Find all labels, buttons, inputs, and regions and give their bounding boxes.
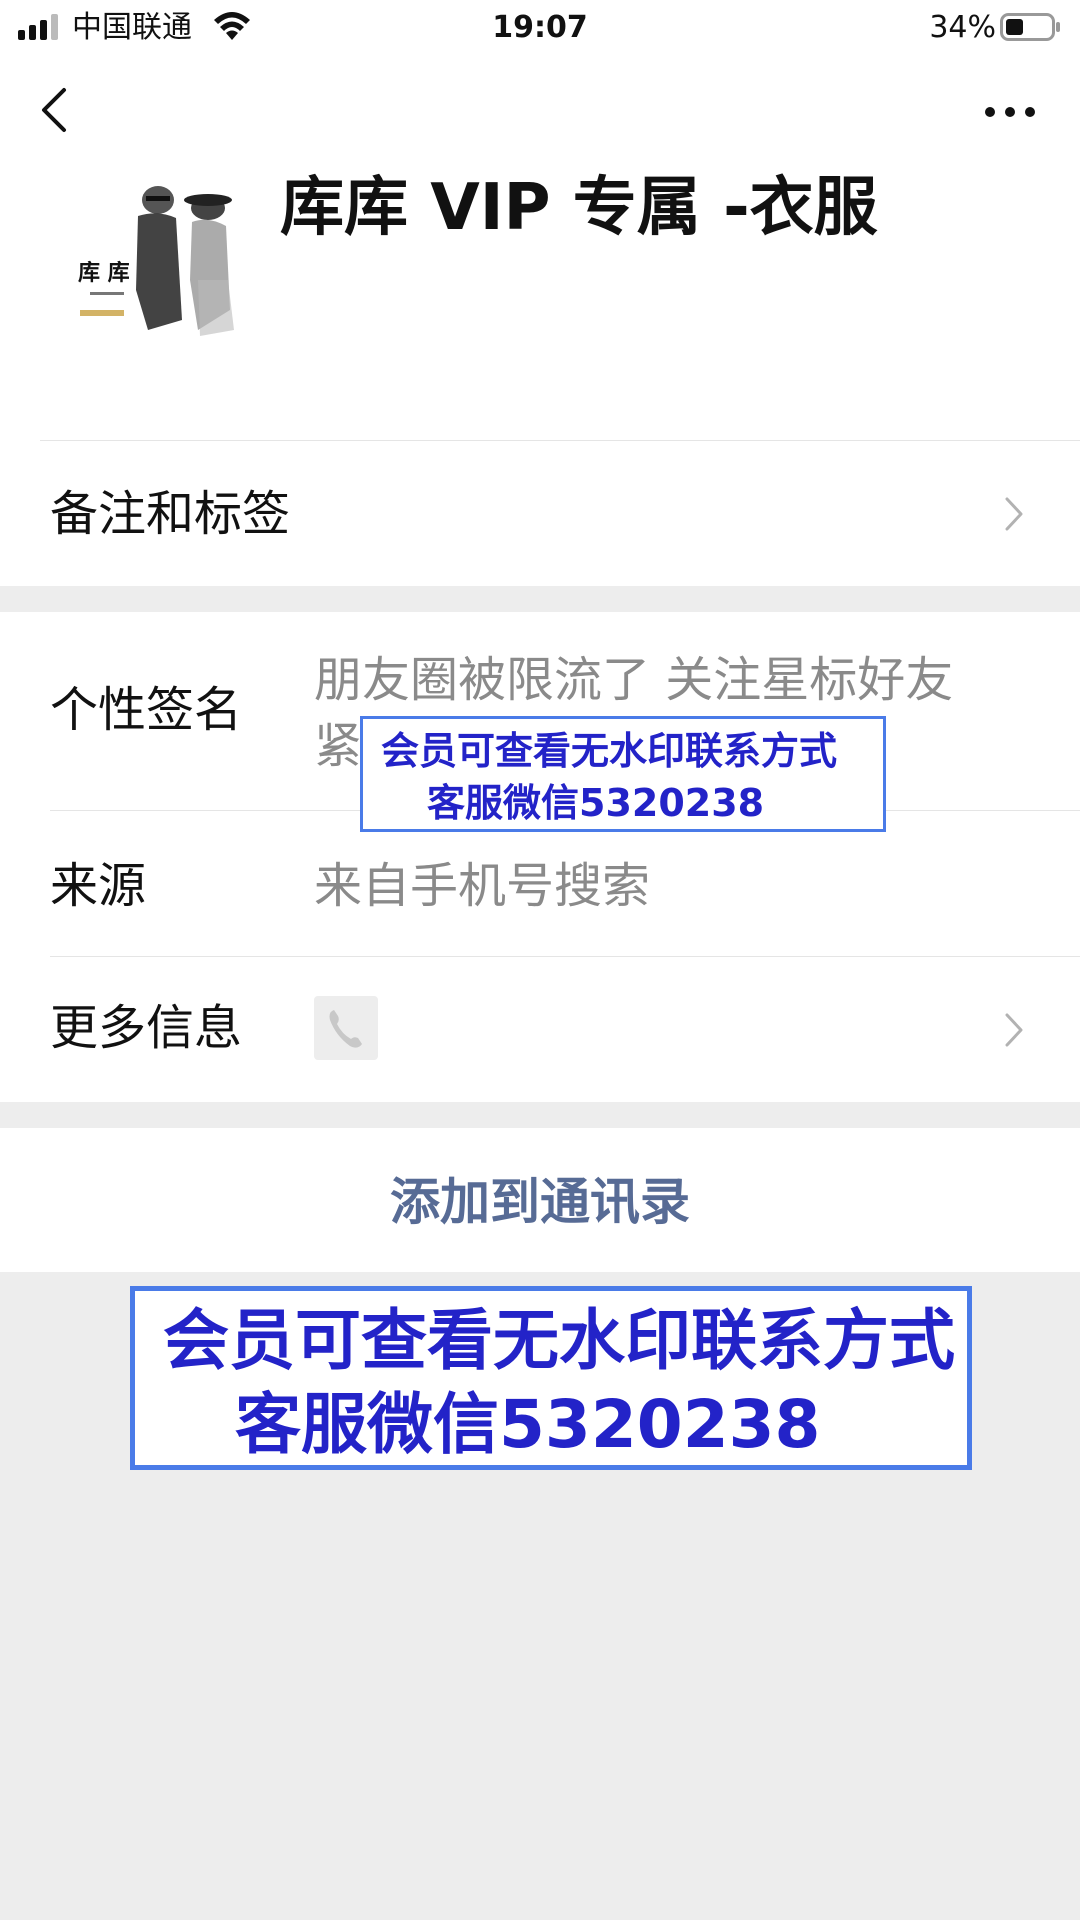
phone-icon [314,996,378,1060]
back-button[interactable] [30,80,80,140]
profile-name: 库库 VIP 专属 -衣服 [280,171,878,245]
status-bar: 中国联通 19:07 34% [0,0,1080,56]
signature-value-line2: 紧 [314,718,363,774]
battery-icon [1000,13,1060,41]
source-label: 来源 [50,858,147,914]
divider [50,956,1080,957]
more-button[interactable] [980,92,1040,132]
remark-tag-label[interactable]: 备注和标签 [50,484,290,544]
signature-value-line1: 朋友圈被限流了 关注星标好友 [314,652,954,708]
chevron-right-icon [1005,497,1023,531]
source-value: 来自手机号搜索 [314,858,651,914]
watermark-banner-small: 会员可查看无水印联系方式 客服微信5320238 [360,716,886,832]
watermark-line2: 客服微信5320238 [235,1386,821,1463]
clock: 19:07 [492,10,588,45]
avatar[interactable]: 库 库 [58,170,248,360]
watermark-line1: 会员可查看无水印联系方式 [381,729,838,773]
watermark-banner-large: 会员可查看无水印联系方式 客服微信5320238 [130,1286,972,1470]
avatar-image: 库 库 [78,186,234,336]
watermark-line2: 客服微信5320238 [427,781,765,825]
add-contact-button[interactable]: 添加到通讯录 [0,1170,1080,1234]
avatar-logo-text: 库 库 [78,260,130,286]
watermark-line1: 会员可查看无水印联系方式 [163,1302,955,1379]
signature-label: 个性签名 [50,682,243,738]
more-info-label[interactable]: 更多信息 [50,998,242,1058]
divider [40,440,1080,441]
chevron-right-icon [1005,1013,1023,1047]
battery-percentage: 34% [929,10,996,45]
